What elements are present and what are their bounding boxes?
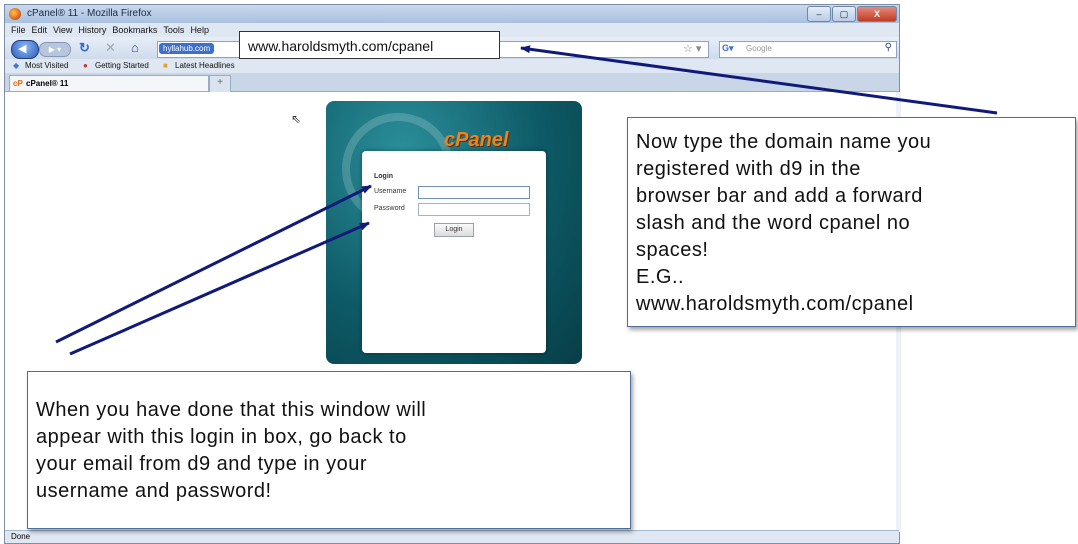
minimize-button[interactable]: – [807,6,831,22]
rss-icon: ■ [163,61,168,70]
login-button[interactable]: Login [434,223,474,237]
most-visited-icon: ◆ [13,61,20,70]
tab-cpanel[interactable]: cP cPanel® 11 [9,75,209,91]
username-label: Username [374,188,407,195]
google-icon[interactable]: G▾ [722,43,734,54]
menu-history[interactable]: History [78,25,106,35]
stop-icon[interactable]: ✕ [105,41,116,55]
home-icon[interactable]: ⌂ [131,41,139,55]
bookmark-latest-headlines[interactable]: Latest Headlines [175,61,235,70]
username-input[interactable] [418,186,530,199]
login-title: Login [374,173,394,180]
url-callout: www.haroldsmyth.com/cpanel [239,31,500,59]
menu-edit[interactable]: Edit [32,25,48,35]
bookmark-getting-started[interactable]: Getting Started [95,61,149,70]
menu-tools[interactable]: Tools [163,25,184,35]
site-identity[interactable]: hyllahub.com [159,43,215,54]
search-icon[interactable]: ⚲ [885,42,892,53]
search-placeholder: Google [746,44,772,53]
bookmarks-bar: ◆ Most Visited ● Getting Started ■ Lates… [5,59,899,73]
status-text: Done [11,532,31,541]
cpanel-logo: cPanel [444,129,509,151]
close-button[interactable]: X [857,6,897,22]
maximize-button[interactable]: ▢ [832,6,856,22]
new-tab-button[interactable]: + [209,75,231,92]
menu-file[interactable]: File [11,25,26,35]
menu-view[interactable]: View [53,25,72,35]
tab-title: cPanel® 11 [26,79,69,88]
password-label: Password [374,205,405,212]
status-bar: Done [5,530,899,543]
window-controls: – ▢ X [807,6,897,22]
forward-button[interactable]: ▶ ▾ [39,42,71,57]
reload-icon[interactable]: ↻ [79,41,90,55]
instruction-callout-bottom: When you have done that this window will… [27,371,631,529]
back-button[interactable] [11,40,39,59]
search-bar[interactable]: G▾ Google ⚲ [719,41,897,58]
menu-help[interactable]: Help [190,25,209,35]
menu-bookmarks[interactable]: Bookmarks [112,25,157,35]
bookmark-star-icon[interactable]: ☆ ▾ [683,42,701,55]
bookmark-most-visited[interactable]: Most Visited [25,61,68,70]
window-title: cPanel® 11 - Mozilla Firefox [27,8,152,19]
mouse-cursor-icon: ⇖ [291,112,302,126]
getting-started-icon: ● [83,61,88,70]
tab-bar: cP cPanel® 11 + [5,73,899,92]
cpanel-login-panel: cPanel Login Username Password Login [326,101,582,364]
title-bar: cPanel® 11 - Mozilla Firefox – ▢ X [5,5,899,23]
instruction-callout-right: Now type the domain name you registered … [627,117,1076,327]
firefox-icon [9,8,21,20]
password-input[interactable] [418,203,530,216]
cpanel-favicon-icon: cP [13,79,23,88]
login-card: Login Username Password Login [362,151,546,353]
